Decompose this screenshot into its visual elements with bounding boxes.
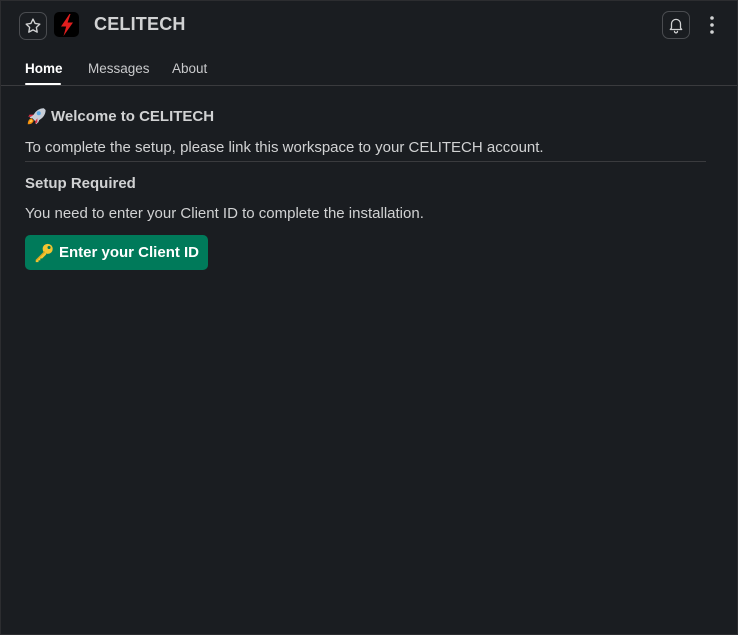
bell-icon (669, 18, 683, 34)
app-title: CELITECH (94, 14, 186, 34)
key-icon (35, 243, 53, 262)
welcome-heading: Welcome to CELITECH (25, 105, 214, 127)
app-home-window: CELITECH Home Messages About Welcome to … (0, 0, 738, 635)
active-tab-indicator (25, 83, 61, 85)
tab-messages[interactable]: Messages (88, 61, 150, 76)
rocket-icon (27, 108, 46, 125)
app-logo[interactable] (54, 12, 79, 37)
tab-about[interactable]: About (172, 61, 207, 76)
client-id-instructions: You need to enter your Client ID to comp… (25, 205, 424, 222)
setup-instructions: To complete the setup, please link this … (25, 139, 544, 156)
section-divider (25, 161, 706, 162)
more-options-button[interactable] (701, 13, 723, 37)
tab-bar: Home Messages About (1, 49, 737, 86)
setup-required-heading: Setup Required (25, 175, 136, 192)
app-header: CELITECH (1, 1, 737, 49)
tab-home[interactable]: Home (25, 61, 63, 76)
welcome-heading-text: Welcome to CELITECH (51, 107, 215, 125)
enter-client-id-button[interactable]: Enter your Client ID (25, 235, 209, 270)
lightning-bolt-icon (60, 13, 73, 36)
notifications-button[interactable] (662, 11, 690, 39)
star-button[interactable] (19, 12, 47, 40)
enter-client-id-label: Enter your Client ID (59, 244, 200, 261)
more-vertical-icon (710, 16, 714, 34)
star-icon (25, 18, 41, 33)
